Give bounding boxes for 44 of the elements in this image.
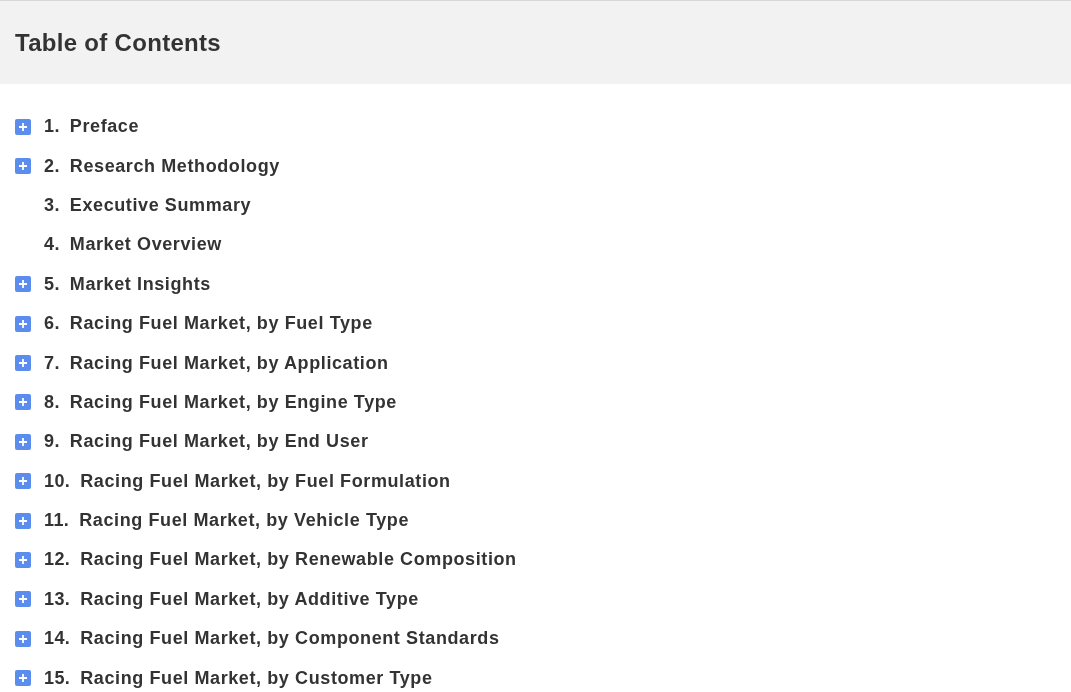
section-title[interactable]: Racing Fuel Market, by Component Standards: [80, 625, 500, 653]
expand-plus-icon[interactable]: [15, 630, 31, 647]
section-number: 11.: [44, 509, 70, 533]
section-title[interactable]: Executive Summary: [69, 191, 252, 219]
section-title[interactable]: Racing Fuel Market, by Fuel Type: [69, 310, 373, 338]
section-number: 15.: [44, 666, 71, 690]
section-number: 7.: [44, 351, 60, 375]
section-number: 5.: [44, 272, 60, 296]
expand-plus-icon[interactable]: [15, 315, 31, 332]
section-title[interactable]: Racing Fuel Market, by Vehicle Type: [79, 507, 409, 535]
section-number: 6.: [44, 312, 60, 336]
expand-plus-icon[interactable]: [15, 552, 31, 568]
expand-plus-icon[interactable]: [15, 591, 31, 608]
section-number: 4.: [44, 233, 60, 257]
section-title[interactable]: Market Overview: [69, 231, 222, 259]
expand-plus-icon[interactable]: [15, 433, 31, 450]
section-title[interactable]: Racing Fuel Market, by Application: [69, 349, 389, 377]
section-title[interactable]: Preface: [69, 113, 140, 141]
expand-plus-icon[interactable]: [15, 158, 31, 175]
section-number: 14.: [44, 627, 71, 651]
section-title[interactable]: Racing Fuel Market, by Customer Type: [80, 664, 433, 692]
section-title[interactable]: Racing Fuel Market, by Renewable Composition: [80, 546, 517, 574]
section-number: 9.: [44, 430, 60, 454]
expand-plus-icon[interactable]: [15, 473, 31, 490]
section-number: 10.: [44, 469, 71, 493]
section-title[interactable]: Racing Fuel Market, by End User: [69, 428, 369, 456]
page-title: Table of Contents: [15, 27, 221, 58]
section-number: 8.: [44, 390, 60, 414]
section-title[interactable]: Market Insights: [69, 270, 211, 298]
section-title[interactable]: Racing Fuel Market, by Engine Type: [69, 388, 397, 416]
section-number: 2.: [44, 154, 60, 178]
expand-plus-icon[interactable]: [15, 394, 31, 411]
expand-plus-icon[interactable]: [15, 512, 31, 529]
section-title[interactable]: Racing Fuel Market, by Fuel Formulation: [80, 467, 451, 495]
section-number: 13.: [44, 587, 71, 611]
section-title[interactable]: Racing Fuel Market, by Additive Type: [80, 585, 419, 613]
expand-plus-icon[interactable]: [15, 118, 31, 135]
expand-plus-icon[interactable]: [15, 355, 31, 372]
section-number: 1.: [44, 115, 60, 139]
section-title[interactable]: Research Methodology: [69, 152, 280, 180]
expand-plus-icon[interactable]: [15, 670, 31, 687]
section-number: 3.: [44, 193, 60, 217]
expand-plus-icon[interactable]: [15, 276, 31, 293]
section-number: 12.: [44, 548, 71, 572]
